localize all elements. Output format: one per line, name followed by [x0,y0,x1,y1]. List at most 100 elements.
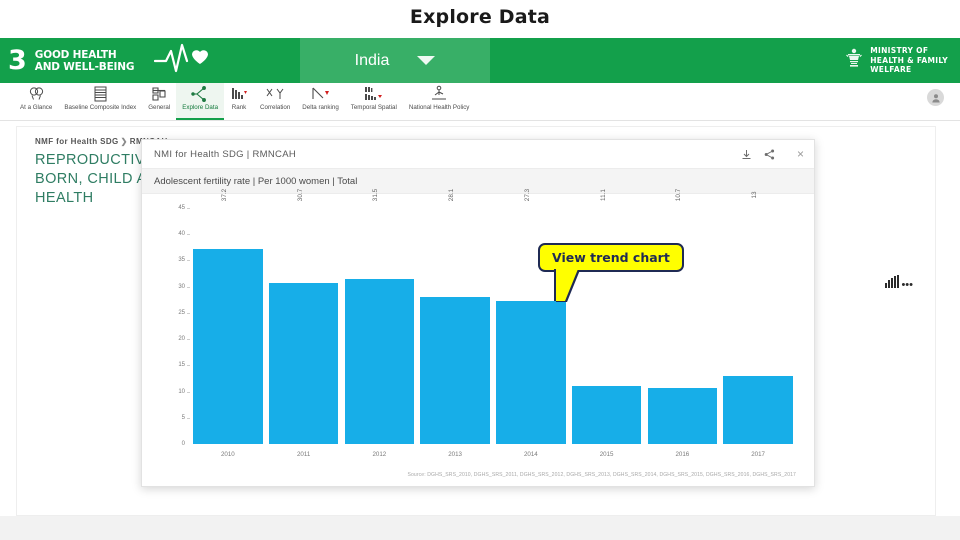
bar[interactable]: 11.1 [571,189,642,444]
bar[interactable]: 13 [723,191,793,444]
chevron-down-icon [417,56,436,65]
breadcrumb-root[interactable]: NMF for Health SDG [35,137,119,146]
y-axis-tick: 25 [178,310,190,316]
bar-value-label: 30.7 [296,188,304,202]
bar-slot: 13 [723,191,793,444]
page-title: Explore Data [409,6,551,28]
callout-label: View trend chart [538,243,684,272]
y-axis-tick: 45 [178,205,190,211]
bar-slot: 30.7 [268,189,339,444]
bar[interactable]: 28.1 [420,189,490,444]
bar-slot: 37.2 [193,189,263,444]
chart-source-note: Source: DGHS_SRS_2010, DGHS_SRS_2011, DG… [407,472,796,478]
y-axis-tick: 20 [178,336,190,342]
trend-bar-chart: 45 40 35 30 25 20 15 10 5 0 37.2 30.7 31.5 28.1 27.3 1… [142,189,814,486]
bar-chart-icon[interactable]: ••• [885,275,913,291]
breadcrumb-separator-icon: ❯ [120,137,128,146]
x-axis-labels: 2010 2011 2012 2013 2014 2015 2016 2017 [190,451,796,458]
toolbar-item-baseline-composite-index[interactable]: Baseline Composite Index [58,83,142,120]
policy-icon [430,85,448,102]
ministry-line-2: HEALTH & FAMILY [870,55,948,65]
toolbar-item-temporal-spatial[interactable]: Temporal Spatial [345,83,403,120]
sdg-goal-line1: GOOD HEALTH [34,48,117,61]
y-axis-tick: 35 [178,257,190,263]
modal-action-group: × [741,148,804,160]
toolbar-label: Explore Data [182,104,219,111]
share-icon[interactable] [764,149,775,160]
bottom-strip [0,516,960,540]
glance-icon [28,85,45,102]
sdg-goal-line2: AND WELL-BEING [34,60,135,73]
y-axis-tick: 5 [182,415,191,421]
x-axis-label: 2017 [751,451,765,458]
ministry-logo: MINISTRY OF HEALTH & FAMILY WELFARE [844,38,960,83]
bar[interactable]: 30.7 [268,189,339,444]
x-axis-label: 2012 [372,451,387,458]
toolbar-label: National Health Policy [408,104,470,111]
x-axis-label: 2016 [675,451,690,458]
y-axis-tick: 0 [181,441,185,447]
bar-value-label: 11.1 [599,189,607,201]
chart-plot-area: 45 40 35 30 25 20 15 10 5 0 37.2 30.7 31.5 28.1 27.3 1… [178,189,796,447]
y-axis-tick: 40 [178,231,190,237]
y-axis-tick: 10 [178,389,190,395]
toolbar-item-general[interactable]: General [142,83,176,120]
heartbeat-heart-icon [154,43,209,78]
region-selected-label: India [354,51,390,69]
bar-value-label: 37.2 [220,188,228,202]
main-toolbar: At a Glance Baseline Composite Index Gen… [0,83,960,121]
close-icon[interactable]: × [797,148,804,160]
bar[interactable]: 27.3 [496,189,566,444]
trend-chart-modal: NMI for Health SDG | RMNCAH × Adolescent… [141,139,815,487]
y-axis-tick: 15 [178,362,190,368]
bar[interactable]: 10.7 [647,189,718,444]
sdg-goal-number: 3 [8,45,27,76]
toolbar-label: Delta ranking [302,104,339,111]
x-axis-label: 2015 [599,451,614,458]
ministry-line-1: MINISTRY OF [870,46,929,56]
toolbar-item-national-health-policy[interactable]: National Health Policy [403,83,476,120]
modal-header: NMI for Health SDG | RMNCAH × [142,140,814,168]
bar-slot: 28.1 [420,189,490,444]
toolbar-label: Rank [231,104,247,111]
toolbar-label: Baseline Composite Index [64,104,137,111]
overflow-dots-icon: ••• [901,279,913,291]
temporal-spatial-icon [363,85,385,102]
bar-value-label: 27.3 [523,188,531,202]
user-avatar-icon[interactable] [927,89,944,106]
grid-icon [151,85,167,102]
region-selector[interactable]: India [300,38,490,83]
toolbar-item-at-a-glance[interactable]: At a Glance [14,83,58,120]
toolbar-label: General [148,104,171,111]
modal-title: NMI for Health SDG | RMNCAH [154,148,297,160]
toolbar-item-explore-data[interactable]: Explore Data [176,83,225,120]
toolbar-label: At a Glance [20,104,53,111]
bar-slot: 31.5 [344,189,415,444]
bar-value-label: 28.1 [448,188,456,202]
download-icon[interactable] [741,149,752,160]
bar-value-label: 31.5 [372,188,380,202]
view-trend-chart-callout: View trend chart [538,243,684,301]
sdg-goal-logo: 3 GOOD HEALTH AND WELL-BEING [0,38,300,83]
india-emblem-icon [844,46,864,75]
toolbar-label: Correlation [260,104,291,111]
correlation-icon [265,85,285,102]
x-axis-label: 2013 [448,451,462,458]
toolbar-item-rank[interactable]: Rank [224,83,254,120]
table-icon [93,85,108,102]
rank-bars-icon [230,85,248,102]
bar[interactable]: 31.5 [344,189,415,444]
modal-subtitle: Adolescent fertility rate | Per 1000 wom… [142,168,814,194]
delta-ranking-icon [311,85,331,102]
explore-data-icon [191,85,209,102]
toolbar-item-correlation[interactable]: Correlation [254,83,296,120]
x-axis-label: 2014 [523,451,538,458]
bar[interactable]: 37.2 [193,189,263,444]
ministry-line-3: WELFARE [870,65,912,75]
toolbar-item-delta-ranking[interactable]: Delta ranking [296,83,344,120]
x-axis-label: 2011 [296,451,311,458]
bar-value-label: 13 [751,191,759,199]
app-screenshot: 3 GOOD HEALTH AND WELL-BEING India MINIS… [0,38,960,540]
x-axis-label: 2010 [220,451,235,458]
bar-value-label: 10.7 [675,188,683,202]
